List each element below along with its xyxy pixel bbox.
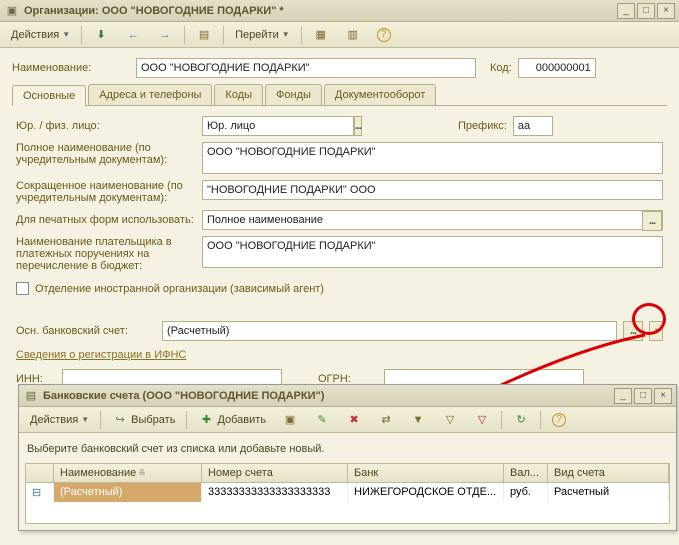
prefix-label: Префикс: [458,120,507,132]
filter1-icon[interactable]: ▼ [403,410,433,430]
filter2-icon[interactable]: ▽ [435,410,465,430]
add-button[interactable]: ✚Добавить [191,410,273,430]
prefix-input[interactable] [513,116,553,136]
close-button[interactable]: × [657,3,675,19]
foreign-checkbox[interactable] [16,282,29,295]
type-label: Юр. / физ. лицо: [16,120,196,132]
ifns-section: Сведения о регистрации в ИФНС [16,349,663,361]
table-row[interactable]: ⊟ (Расчетный) 33333333333333333333 НИЖЕГ… [26,483,669,502]
full-name-input[interactable]: ООО "НОВОГОДНИЕ ПОДАРКИ" [202,142,663,174]
col-currency[interactable]: Вал... [504,464,548,482]
main-title: Организации: ООО "НОВОГОДНИЕ ПОДАРКИ" * [24,5,617,17]
inner-minimize-button[interactable]: _ [614,388,632,404]
col-type[interactable]: Вид счета [548,464,669,482]
print-label: Для печатных форм использовать: [16,214,196,226]
tab-addresses[interactable]: Адреса и телефоны [88,84,212,105]
bank-select-button[interactable]: ... [623,321,643,341]
settings-icon[interactable]: ▦ [306,25,336,45]
help-icon[interactable]: ? [370,25,398,45]
actions-menu[interactable]: Действия▼ [4,25,77,45]
main-titlebar: ▣ Организации: ООО "НОВОГОДНИЕ ПОДАРКИ" … [0,0,679,22]
select-button[interactable]: ↪Выбрать [105,410,182,430]
filter-clear-icon[interactable]: ▽ [467,410,497,430]
foreign-label: Отделение иностранной организации (завис… [35,283,324,295]
list-icon[interactable]: ▤ [189,25,219,45]
bank-label: Осн. банковский счет: [16,325,156,337]
short-name-input[interactable]: "НОВОГОДНИЕ ПОДАРКИ" ООО [202,180,663,200]
org-icon: ▣ [4,3,20,19]
maximize-button[interactable]: □ [637,3,655,19]
tab-bar: Основные Адреса и телефоны Коды Фонды До… [12,84,667,106]
col-marker[interactable] [26,464,54,482]
inner-maximize-button[interactable]: □ [634,388,652,404]
goto-menu[interactable]: Перейти▼ [228,25,297,45]
cell-bank: НИЖЕГОРОДСКОЕ ОТДЕ... [348,483,504,502]
print-select-button[interactable]: ... [642,211,662,231]
delete-icon[interactable]: ✖ [339,410,369,430]
tab-main[interactable]: Основные [12,85,86,106]
move-icon[interactable]: ⇄ [371,410,401,430]
edit-icon[interactable]: ✎ [307,410,337,430]
code-label: Код: [490,62,512,74]
payer-input[interactable]: ООО "НОВОГОДНИЕ ПОДАРКИ" [202,236,663,268]
code-input[interactable] [518,58,596,78]
col-bank[interactable]: Банк [348,464,504,482]
refresh-icon[interactable]: ↻ [506,410,536,430]
bank-accounts-window: ▤ Банковские счета (ООО "НОВОГОДНИЕ ПОДА… [18,384,677,531]
type-input[interactable] [202,116,354,136]
bank-open-button[interactable]: › [649,321,663,341]
inner-title: Банковские счета (ООО "НОВОГОДНИЕ ПОДАРК… [43,390,614,402]
name-input[interactable] [136,58,476,78]
cell-currency: руб. [504,483,548,502]
inner-help-icon[interactable]: ? [545,410,573,430]
type-select-button[interactable]: ... [354,116,362,136]
accounts-grid: Наименование≞ Номер счета Банк Вал... Ви… [25,463,670,524]
col-number[interactable]: Номер счета [202,464,348,482]
inner-close-button[interactable]: × [654,388,672,404]
main-toolbar: Действия▼ ⬇ ← → ▤ Перейти▼ ▦ ▥ ? [0,22,679,48]
col-name[interactable]: Наименование≞ [54,464,202,482]
full-name-label: Полное наименование (по учредительным до… [16,142,196,166]
print-select[interactable]: Полное наименование ... [202,210,663,230]
short-name-label: Сокращенное наименование (по учредительн… [16,180,196,204]
helper-text: Выберите банковский счет из списка или д… [25,439,670,463]
name-label: Наименование: [12,62,130,74]
cell-number: 33333333333333333333 [202,483,348,502]
tab-codes[interactable]: Коды [214,84,263,105]
cell-name: (Расчетный) [54,483,202,502]
cell-type: Расчетный [548,483,669,502]
minimize-button[interactable]: _ [617,3,635,19]
tab-docflow[interactable]: Документооборот [324,84,436,105]
copy-icon[interactable]: ▣ [275,410,305,430]
payer-label: Наименование плательщика в платежных пор… [16,236,196,272]
report-icon[interactable]: ▥ [338,25,368,45]
bank-select[interactable]: (Расчетный) [162,321,617,341]
list-icon: ▤ [23,388,39,404]
save-icon[interactable]: ⬇ [86,25,116,45]
forward-icon[interactable]: → [150,25,180,45]
tab-funds[interactable]: Фонды [265,84,322,105]
back-icon[interactable]: ← [118,25,148,45]
inner-actions-menu[interactable]: Действия▼ [23,410,96,430]
